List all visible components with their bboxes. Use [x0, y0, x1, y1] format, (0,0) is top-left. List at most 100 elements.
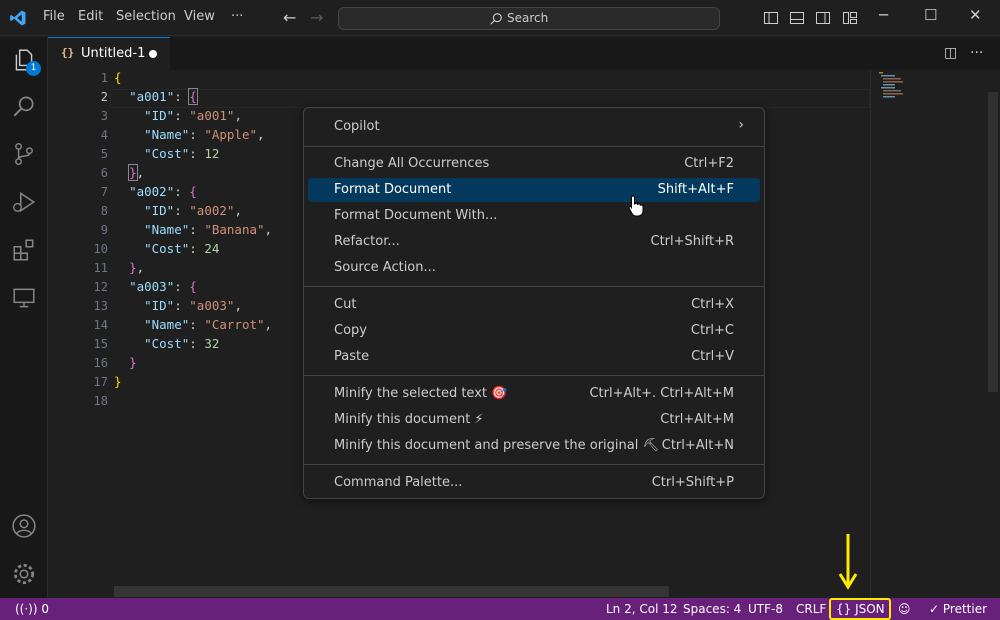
toggle-secondary-sidebar-icon[interactable] — [815, 10, 831, 26]
menu-item-copy[interactable]: Copy Ctrl+C — [308, 319, 760, 343]
end-of-line[interactable]: CRLF — [796, 602, 826, 616]
remote-count: 0 — [41, 602, 50, 616]
menu-item-minify-preserve-original[interactable]: Minify this document and preserve the or… — [308, 434, 760, 458]
file-encoding[interactable]: UTF-8 — [748, 602, 783, 616]
menu-item-cut[interactable]: Cut Ctrl+X — [308, 293, 760, 317]
line-number: 2 — [100, 90, 108, 104]
menu-view[interactable]: View — [184, 9, 215, 24]
menu-item-label: Source Action... — [334, 260, 436, 275]
maximize-icon[interactable]: ☐ — [924, 6, 937, 24]
menu-item-paste[interactable]: Paste Ctrl+V — [308, 345, 760, 369]
minimap[interactable] — [870, 70, 988, 598]
code-line-2: "a001": { — [129, 88, 198, 105]
line-number: 5 — [100, 147, 108, 161]
menu-item-shortcut: Ctrl+Alt+. Ctrl+Alt+M — [589, 386, 734, 401]
menu-selection[interactable]: Selection — [116, 9, 176, 24]
line-number: 17 — [93, 375, 108, 389]
menu-item-label: Cut — [334, 297, 357, 312]
code-line-9: "Name": "Banana", — [144, 222, 273, 237]
horizontal-scrollbar[interactable] — [114, 586, 669, 597]
menu-more[interactable]: ··· — [231, 9, 243, 24]
menu-item-shortcut: Shift+Alt+F — [657, 182, 734, 197]
menu-item-format-document[interactable]: Format Document Shift+Alt+F — [308, 178, 760, 202]
prettier-status[interactable]: ✓ Prettier — [929, 602, 987, 616]
extensions-icon[interactable] — [11, 237, 37, 263]
line-number: 16 — [93, 356, 108, 370]
unsaved-dot-icon[interactable] — [149, 50, 157, 58]
json-file-icon: {} — [61, 46, 75, 59]
forward-arrow-icon[interactable]: → — [310, 8, 323, 27]
menu-item-copilot[interactable]: Copilot › — [308, 115, 760, 139]
code-line-3: "ID": "a001", — [144, 108, 242, 123]
menu-item-minify-document[interactable]: Minify this document ⚡ Ctrl+Alt+M — [308, 408, 760, 432]
line-number: 18 — [93, 394, 108, 408]
code-line-11: }, — [129, 260, 145, 275]
manage-gear-icon[interactable] — [11, 561, 37, 587]
menu-item-label: Paste — [334, 349, 370, 364]
vertical-scrollbar[interactable] — [986, 70, 1000, 598]
code-line-17: } — [114, 374, 122, 389]
close-icon[interactable]: ✕ — [969, 6, 982, 24]
indentation-spaces[interactable]: Spaces: 4 — [683, 602, 741, 616]
chevron-right-icon: › — [738, 117, 744, 133]
run-debug-icon[interactable] — [11, 189, 37, 215]
menu-item-label: Minify this document ⚡ — [334, 412, 484, 427]
menu-item-source-action[interactable]: Source Action... — [308, 256, 760, 280]
code-line-4: "Name": "Apple", — [144, 127, 265, 142]
cursor-position[interactable]: Ln 2, Col 12 — [606, 602, 678, 616]
search-icon[interactable] — [11, 93, 37, 119]
menu-separator — [304, 286, 764, 287]
split-editor-icon[interactable]: ◫ — [944, 45, 957, 61]
accounts-icon[interactable] — [11, 513, 37, 539]
customize-layout-icon[interactable] — [842, 10, 858, 26]
remote-explorer-icon[interactable] — [11, 285, 37, 311]
menu-item-refactor[interactable]: Refactor... Ctrl+Shift+R — [308, 230, 760, 254]
back-arrow-icon[interactable]: ← — [283, 8, 296, 27]
tab-untitled-1[interactable]: {} Untitled-1 — [48, 37, 170, 70]
menu-item-shortcut: Ctrl+Alt+M — [660, 412, 734, 427]
search-icon — [490, 13, 502, 25]
line-number: 9 — [100, 223, 108, 237]
code-line-5: "Cost": 12 — [144, 146, 220, 161]
menu-item-change-all-occurrences[interactable]: Change All Occurrences Ctrl+F2 — [308, 152, 760, 176]
line-number: 1 — [100, 71, 108, 85]
line-number: 6 — [100, 166, 108, 180]
menu-item-minify-selected[interactable]: Minify the selected text 🎯 Ctrl+Alt+. Ct… — [308, 382, 760, 406]
code-line-1: { — [114, 70, 122, 85]
language-mode-highlight-box — [829, 598, 891, 620]
remote-indicator[interactable]: ((·)) 0 — [15, 602, 49, 616]
menu-item-label: Minify the selected text 🎯 — [334, 386, 508, 401]
source-control-icon[interactable] — [11, 141, 37, 167]
menu-file[interactable]: File — [43, 9, 65, 24]
menu-edit[interactable]: Edit — [78, 9, 103, 24]
code-line-16: } — [129, 355, 137, 370]
copilot-icon[interactable]: ☺ — [898, 602, 911, 616]
line-number: 13 — [93, 299, 108, 313]
menu-item-label: Copy — [334, 323, 367, 338]
menu-item-label: Format Document With... — [334, 208, 498, 223]
search-label: Search — [507, 11, 549, 25]
tab-label: Untitled-1 — [81, 46, 146, 61]
more-actions-icon[interactable]: ··· — [970, 45, 983, 61]
toggle-panel-icon[interactable] — [789, 10, 805, 26]
line-number: 15 — [93, 337, 108, 351]
menu-item-shortcut: Ctrl+V — [691, 349, 734, 364]
code-line-12: "a003": { — [129, 279, 197, 294]
line-number: 10 — [93, 242, 108, 256]
command-center-search[interactable]: Search — [338, 7, 720, 30]
editor-context-menu: Copilot › Change All Occurrences Ctrl+F2… — [303, 107, 765, 499]
menu-item-shortcut: Ctrl+C — [690, 323, 734, 338]
menu-item-shortcut: Ctrl+F2 — [684, 156, 734, 171]
broadcast-icon: ((·)) — [15, 602, 38, 616]
minimize-icon[interactable]: ─ — [879, 6, 888, 24]
line-number: 12 — [93, 280, 108, 294]
activity-bar: 1 — [0, 37, 48, 598]
code-line-6: }, — [128, 164, 145, 181]
menu-item-format-document-with[interactable]: Format Document With... — [308, 204, 760, 228]
annotation-arrow-icon — [838, 534, 858, 590]
menu-item-label: Change All Occurrences — [334, 156, 490, 171]
toggle-primary-sidebar-icon[interactable] — [763, 10, 779, 26]
explorer-badge: 1 — [26, 61, 41, 76]
menu-item-command-palette[interactable]: Command Palette... Ctrl+Shift+P — [308, 471, 760, 495]
line-number: 3 — [100, 109, 108, 123]
